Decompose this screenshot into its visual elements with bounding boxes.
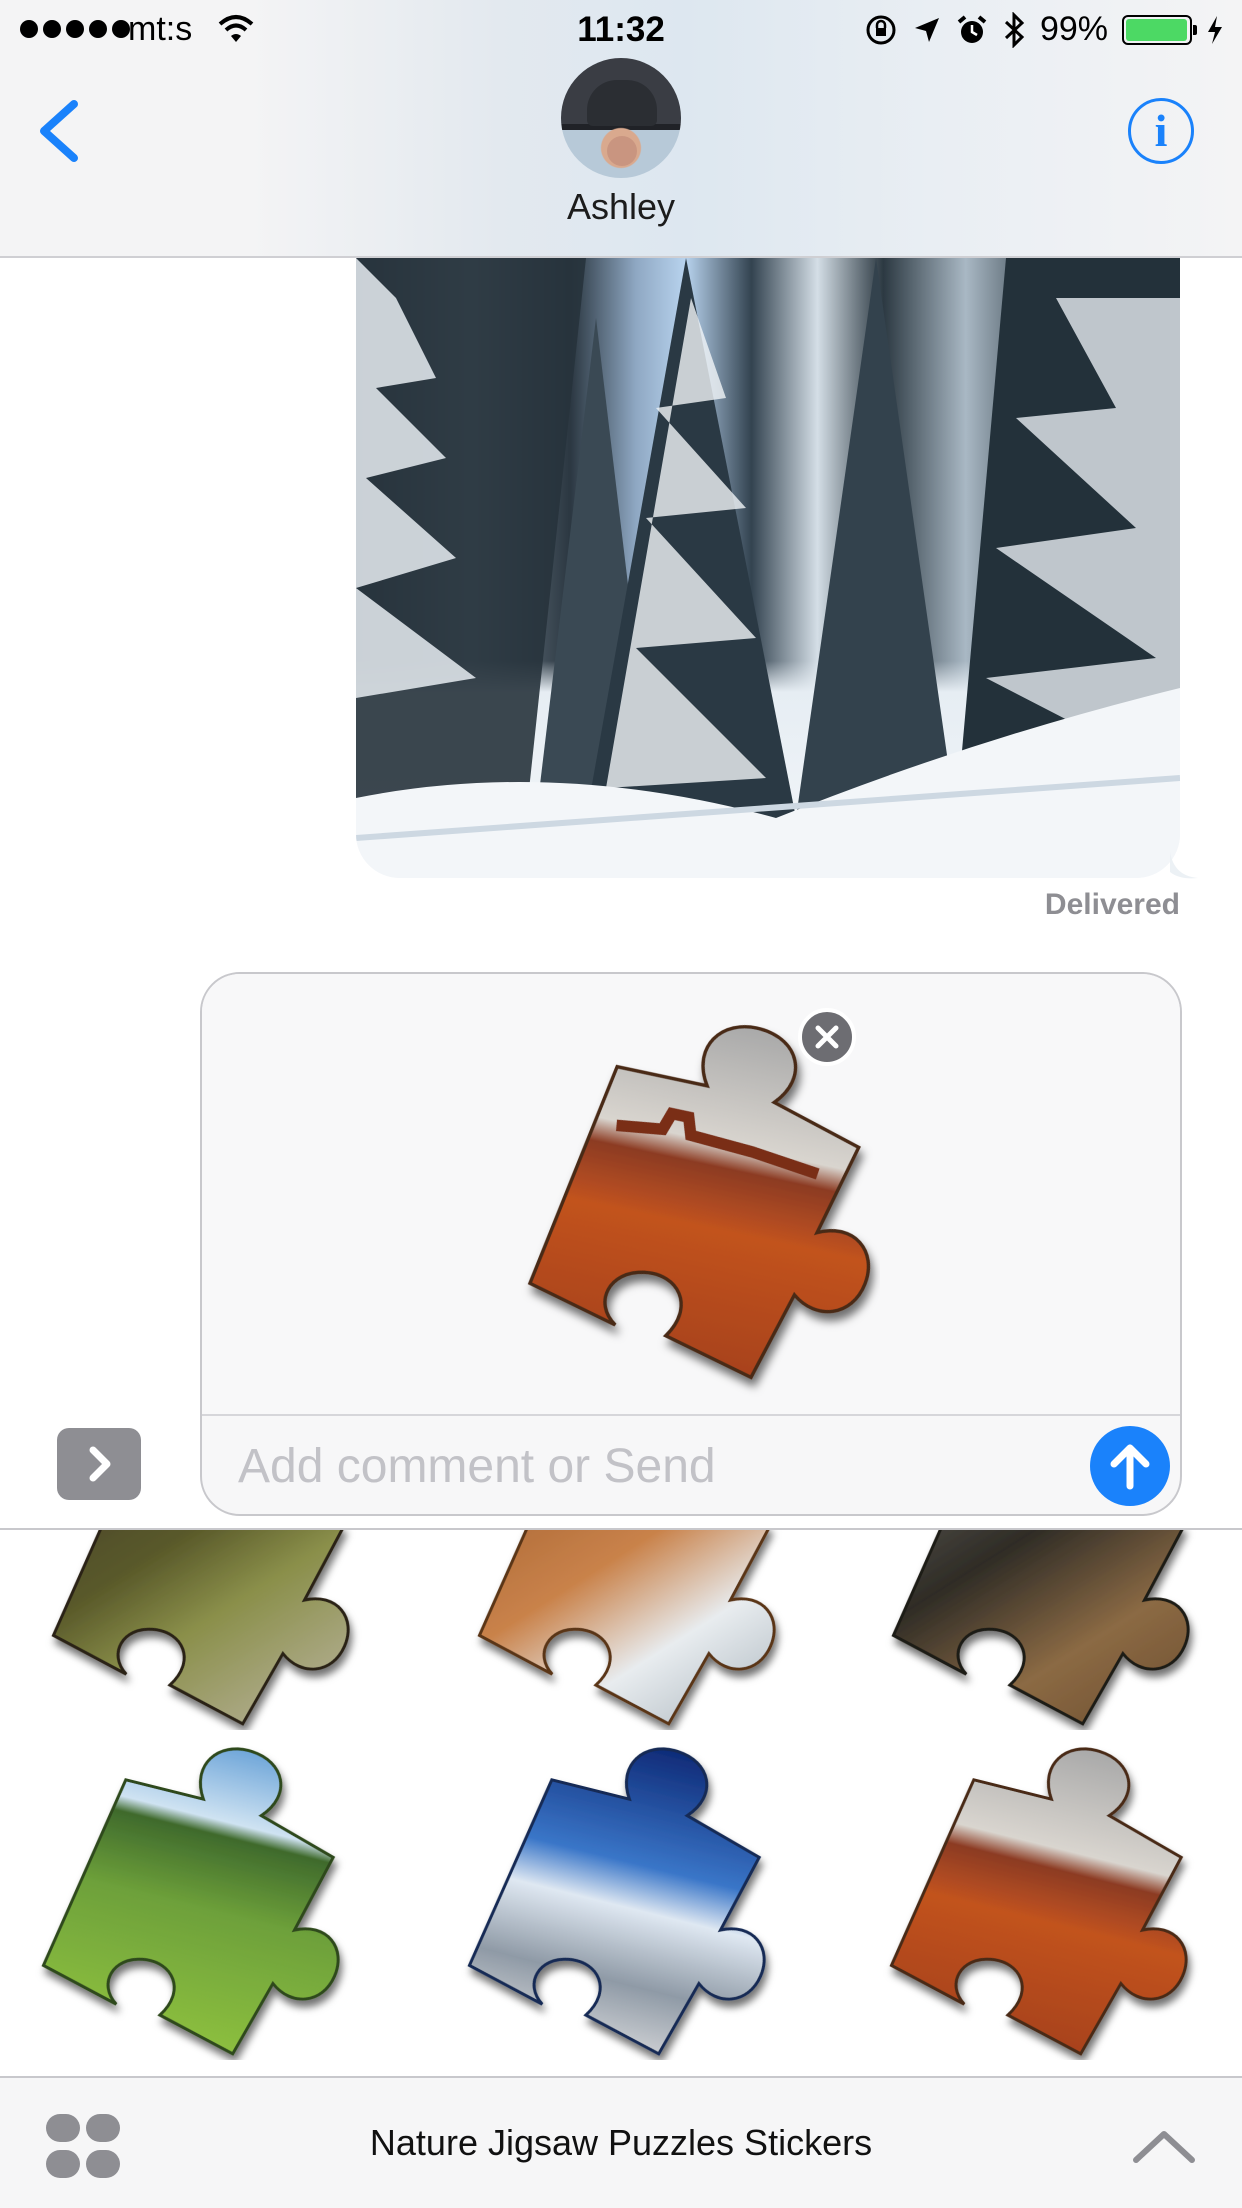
battery-fill bbox=[1126, 18, 1188, 41]
info-button[interactable]: i bbox=[1128, 98, 1194, 164]
send-button[interactable] bbox=[1090, 1426, 1170, 1506]
sticker-meadow-trees[interactable] bbox=[30, 1730, 360, 2060]
conversation-header: mt:s 11:32 99% Ashley i bbox=[0, 0, 1242, 258]
message-input[interactable] bbox=[238, 1436, 1038, 1496]
sticker-drawer bbox=[0, 1530, 1242, 2078]
bluetooth-icon bbox=[1004, 11, 1025, 48]
status-icons: 99% bbox=[864, 10, 1224, 49]
sticker-blue-sky-mountain[interactable] bbox=[456, 1730, 786, 2060]
chevron-right-icon bbox=[89, 1446, 111, 1482]
remove-sticker-button[interactable] bbox=[798, 1008, 856, 1066]
charging-icon bbox=[1208, 15, 1222, 44]
sticker-forest-rocks[interactable] bbox=[880, 1530, 1210, 1730]
contact-name[interactable]: Ashley bbox=[0, 186, 1242, 228]
close-icon bbox=[815, 1025, 839, 1049]
sticker-desert-mesa[interactable] bbox=[878, 1730, 1208, 2060]
back-button[interactable] bbox=[30, 96, 90, 166]
avatar-cap bbox=[587, 80, 657, 126]
chevron-up-icon[interactable] bbox=[1130, 2126, 1198, 2166]
delivery-status: Delivered bbox=[1044, 888, 1180, 921]
alarm-icon bbox=[957, 14, 987, 43]
arrow-up-icon bbox=[1110, 1444, 1150, 1490]
sticker-sea-arch[interactable] bbox=[466, 1530, 796, 1730]
avatar-face bbox=[607, 136, 637, 166]
battery-icon bbox=[1122, 14, 1197, 45]
snowy-forest-photo bbox=[356, 258, 1180, 878]
location-icon bbox=[914, 17, 939, 42]
app-bar: Nature Jigsaw Puzzles Stickers bbox=[0, 2076, 1242, 2208]
expand-apps-button[interactable] bbox=[57, 1428, 141, 1500]
rotation-lock-icon bbox=[866, 15, 896, 44]
avatar[interactable] bbox=[561, 58, 681, 178]
compose-divider-line bbox=[202, 1414, 1180, 1416]
battery-percent: 99% bbox=[1039, 10, 1108, 48]
status-bar: mt:s 11:32 99% bbox=[0, 0, 1242, 60]
sticker-cave-rocks[interactable] bbox=[40, 1530, 370, 1730]
sticker-app-title: Nature Jigsaw Puzzles Stickers bbox=[369, 2122, 873, 2163]
bubble-tail bbox=[1170, 852, 1198, 879]
photo-message[interactable] bbox=[356, 258, 1180, 878]
